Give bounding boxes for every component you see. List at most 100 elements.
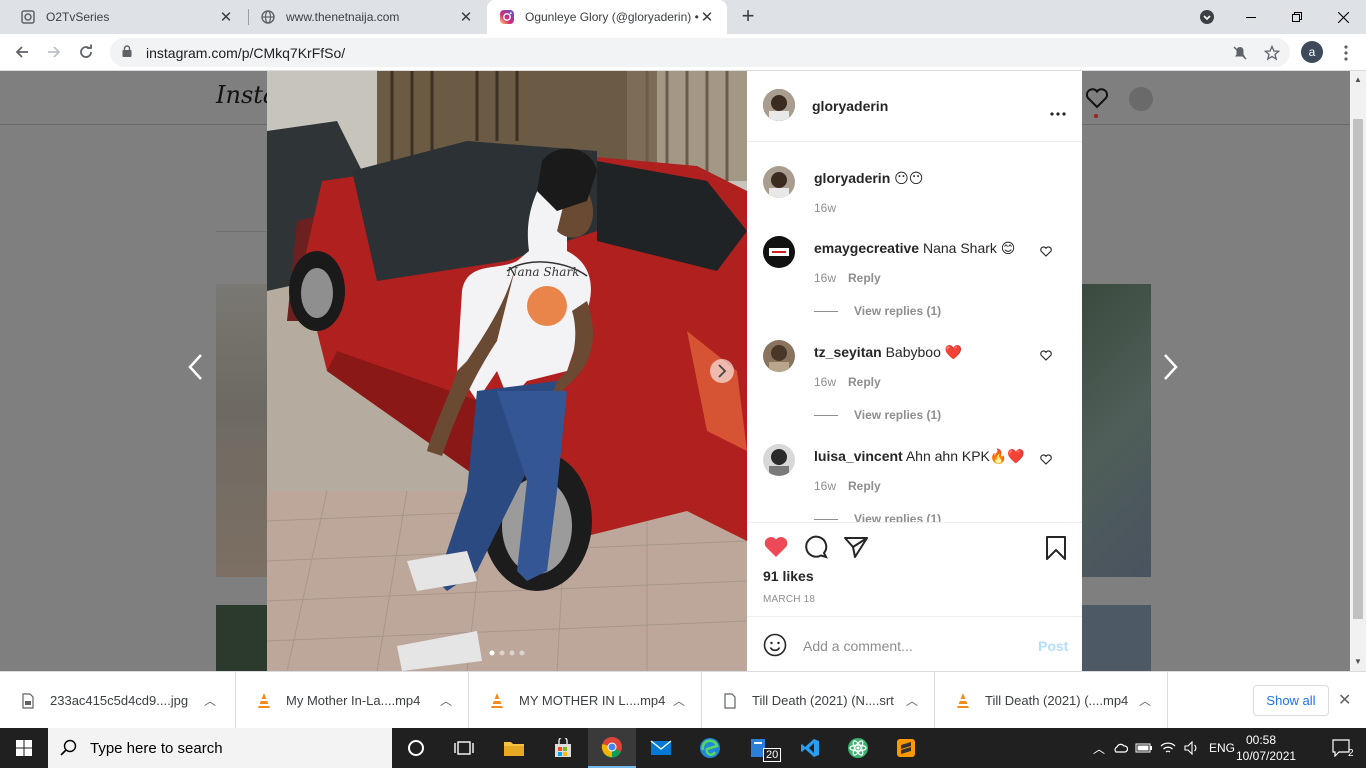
minimize-button[interactable]	[1228, 0, 1274, 34]
wifi-icon[interactable]	[1156, 741, 1180, 755]
notifications-blocked-icon[interactable]	[1228, 41, 1252, 65]
tab-title: O2TvSeries	[46, 10, 110, 24]
battery-icon[interactable]	[1132, 743, 1156, 753]
system-clock[interactable]: 00:58 10/07/2021	[1236, 732, 1296, 764]
chevron-up-icon[interactable]: ︿	[436, 692, 456, 709]
post-comment-button[interactable]: Post	[1038, 638, 1068, 654]
task-view-icon[interactable]	[440, 728, 488, 768]
sublime-text-icon[interactable]	[882, 728, 930, 768]
files-badge: 20	[763, 748, 782, 762]
avatar[interactable]	[763, 166, 795, 198]
address-bar[interactable]: instagram.com/p/CMkq7KrFfSo/	[110, 38, 1290, 67]
share-icon[interactable]	[843, 535, 869, 562]
background-thumbnail	[1082, 605, 1151, 671]
scroll-up-icon[interactable]: ▲	[1354, 75, 1362, 84]
onedrive-icon[interactable]	[1108, 742, 1132, 754]
comments-list[interactable]: gloryaderin 😶😶 16w emaygecreative Nana S…	[747, 142, 1082, 522]
reply-button[interactable]: Reply	[848, 375, 881, 389]
atom-icon[interactable]	[834, 728, 882, 768]
activity-heart-icon[interactable]	[1085, 87, 1109, 112]
download-item[interactable]: 233ac415c5d4cd9....jpg ︿	[0, 672, 236, 729]
liked-heart-icon[interactable]	[763, 535, 789, 562]
browser-menu-icon[interactable]	[1334, 41, 1358, 65]
back-button[interactable]	[10, 40, 34, 64]
add-comment-input[interactable]: Add a comment...	[803, 638, 913, 654]
cortana-icon[interactable]	[392, 728, 440, 768]
avatar[interactable]	[763, 444, 795, 476]
chevron-up-icon[interactable]: ︿	[1135, 692, 1155, 709]
reload-button[interactable]	[74, 40, 98, 64]
close-window-button[interactable]	[1320, 0, 1366, 34]
post-date[interactable]: MARCH 18	[763, 594, 815, 605]
file-explorer-icon[interactable]	[490, 728, 538, 768]
show-all-downloads-button[interactable]: Show all	[1253, 685, 1329, 716]
background-thumbnail	[1082, 284, 1151, 577]
download-item[interactable]: Till Death (2021) (....mp4 ︿	[935, 672, 1168, 729]
bookmark-star-icon[interactable]	[1260, 41, 1284, 65]
notification-center-icon[interactable]: 2	[1318, 728, 1366, 768]
tab-thenetnaija[interactable]: www.thenetnaija.com ✕	[248, 0, 486, 34]
page-scrollbar[interactable]: ▲ ▼	[1350, 71, 1366, 671]
tab-search-icon[interactable]	[1184, 0, 1230, 34]
microsoft-store-icon[interactable]	[539, 728, 587, 768]
download-item[interactable]: MY MOTHER IN L....mp4 ︿	[469, 672, 702, 729]
avatar[interactable]	[763, 236, 795, 268]
scroll-down-icon[interactable]: ▼	[1354, 657, 1362, 666]
close-downloads-bar-icon[interactable]: ✕	[1338, 690, 1351, 710]
image-file-icon	[20, 692, 36, 710]
windows-start-icon[interactable]	[0, 728, 48, 768]
chrome-taskbar-icon[interactable]	[588, 728, 636, 768]
tab-close-icon[interactable]: ✕	[699, 8, 715, 26]
taskbar-search-box[interactable]: Type here to search	[48, 728, 392, 768]
next-post-arrow-icon[interactable]	[1160, 351, 1180, 391]
o2tv-favicon-icon	[20, 9, 36, 25]
emoji-icon[interactable]	[763, 633, 787, 660]
background-thumbnail	[216, 284, 267, 577]
save-bookmark-icon[interactable]	[1045, 535, 1067, 564]
language-indicator[interactable]: ENG	[1204, 741, 1240, 755]
forward-button[interactable]	[42, 40, 66, 64]
chevron-up-icon[interactable]: ︿	[1090, 740, 1108, 757]
mail-icon[interactable]	[637, 728, 685, 768]
like-comment-heart-icon[interactable]	[1040, 453, 1054, 467]
download-item[interactable]: My Mother In-La....mp4 ︿	[236, 672, 469, 729]
tab-title: Ogunleye Glory (@gloryaderin) •	[525, 10, 699, 24]
profile-avatar[interactable]: a	[1301, 41, 1323, 63]
comment-text: emaygecreative Nana Shark 😊	[814, 240, 1016, 256]
chevron-up-icon[interactable]: ︿	[902, 692, 922, 709]
avatar[interactable]	[763, 340, 795, 372]
previous-post-arrow-icon[interactable]	[186, 351, 206, 391]
likes-count[interactable]: 91 likes	[763, 568, 814, 584]
like-comment-heart-icon[interactable]	[1040, 349, 1054, 363]
author-username[interactable]: gloryaderin	[812, 98, 888, 114]
lock-icon[interactable]	[122, 45, 136, 60]
view-replies-button[interactable]: View replies (1)	[814, 304, 941, 318]
new-tab-button[interactable]: +	[736, 5, 760, 29]
tab-strip: O2TvSeries ✕ www.thenetnaija.com ✕ Ogunl…	[0, 0, 1366, 34]
download-item[interactable]: Till Death (2021) (N....srt ︿	[702, 672, 935, 729]
files-app-icon[interactable]: 20	[735, 728, 783, 768]
reply-button[interactable]: Reply	[848, 479, 881, 493]
volume-icon[interactable]	[1180, 741, 1204, 755]
chevron-up-icon[interactable]: ︿	[669, 692, 689, 709]
scrollbar-thumb[interactable]	[1353, 119, 1363, 619]
tab-close-icon[interactable]: ✕	[218, 8, 234, 26]
like-comment-heart-icon[interactable]	[1040, 245, 1054, 259]
comment-icon[interactable]	[803, 535, 829, 562]
restore-button[interactable]	[1274, 0, 1320, 34]
edge-icon[interactable]	[686, 728, 734, 768]
author-avatar[interactable]	[763, 89, 795, 121]
reply-button[interactable]: Reply	[848, 271, 881, 285]
post-photo[interactable]: Nana Shark	[267, 71, 747, 671]
profile-avatar-icon[interactable]	[1129, 87, 1153, 111]
chevron-up-icon[interactable]: ︿	[200, 692, 220, 709]
view-replies-button[interactable]: View replies (1)	[814, 512, 941, 522]
vscode-icon[interactable]	[786, 728, 834, 768]
tab-instagram[interactable]: Ogunleye Glory (@gloryaderin) • ✕	[487, 0, 727, 34]
view-replies-button[interactable]: View replies (1)	[814, 408, 941, 422]
tab-close-icon[interactable]: ✕	[458, 8, 474, 26]
more-options-icon[interactable]	[1050, 104, 1066, 119]
tab-title: www.thenetnaija.com	[286, 10, 400, 24]
caption-text: gloryaderin 😶😶	[814, 170, 924, 186]
tab-o2tvseries[interactable]: O2TvSeries ✕	[8, 0, 246, 34]
